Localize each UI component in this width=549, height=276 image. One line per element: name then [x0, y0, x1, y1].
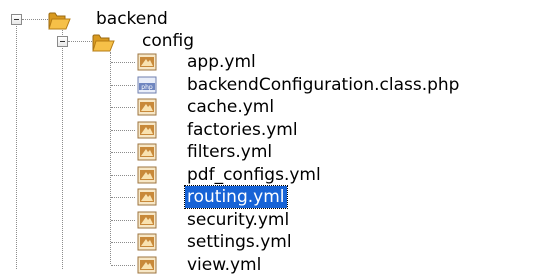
- yml-file-icon: [137, 256, 157, 274]
- file-label[interactable]: factories.yml: [185, 119, 300, 141]
- php-file-icon: php: [137, 76, 157, 94]
- folder-open-icon: [48, 12, 71, 30]
- node-label[interactable]: backend: [94, 8, 170, 30]
- tree-guide-line: [111, 62, 135, 63]
- yml-file-icon: [137, 188, 157, 206]
- tree-guide-line: [111, 197, 135, 198]
- svg-text:php: php: [141, 84, 153, 91]
- file-label[interactable]: security.yml: [185, 209, 291, 231]
- tree-guide-line: [111, 265, 135, 266]
- folder-open-icon: [92, 34, 115, 52]
- file-label[interactable]: view.yml: [185, 254, 263, 276]
- tree-guide-line: [68, 41, 92, 42]
- tree-guide-line: [62, 30, 63, 269]
- yml-file-icon: [137, 143, 157, 161]
- file-tree: backend config app.yml php backendConfigur…: [0, 0, 549, 275]
- tree-guide-line: [22, 19, 48, 20]
- file-label[interactable]: cache.yml: [185, 96, 276, 118]
- file-label[interactable]: settings.yml: [185, 231, 294, 253]
- tree-guide-line: [111, 107, 135, 108]
- file-label[interactable]: backendConfiguration.class.php: [185, 74, 461, 96]
- tree-guide-line: [111, 152, 135, 153]
- yml-file-icon: [137, 53, 157, 71]
- tree-guide-line: [16, 14, 17, 269]
- file-label[interactable]: app.yml: [185, 51, 258, 73]
- yml-file-icon: [137, 98, 157, 116]
- tree-guide-line: [111, 130, 135, 131]
- yml-file-icon: [137, 211, 157, 229]
- tree-guide-line: [111, 220, 135, 221]
- yml-file-icon: [137, 121, 157, 139]
- node-label[interactable]: config: [140, 30, 196, 52]
- tree-guide-line: [111, 242, 135, 243]
- yml-file-icon: [137, 166, 157, 184]
- yml-file-icon: [137, 233, 157, 251]
- tree-guide-line: [110, 52, 111, 264]
- tree-guide-line: [111, 175, 135, 176]
- file-label[interactable]: pdf_configs.yml: [185, 164, 323, 186]
- tree-guide-line: [111, 85, 135, 86]
- collapse-toggle[interactable]: [57, 36, 68, 47]
- file-label[interactable]: routing.yml: [184, 185, 288, 209]
- file-label[interactable]: filters.yml: [185, 141, 274, 163]
- collapse-toggle[interactable]: [11, 14, 22, 25]
